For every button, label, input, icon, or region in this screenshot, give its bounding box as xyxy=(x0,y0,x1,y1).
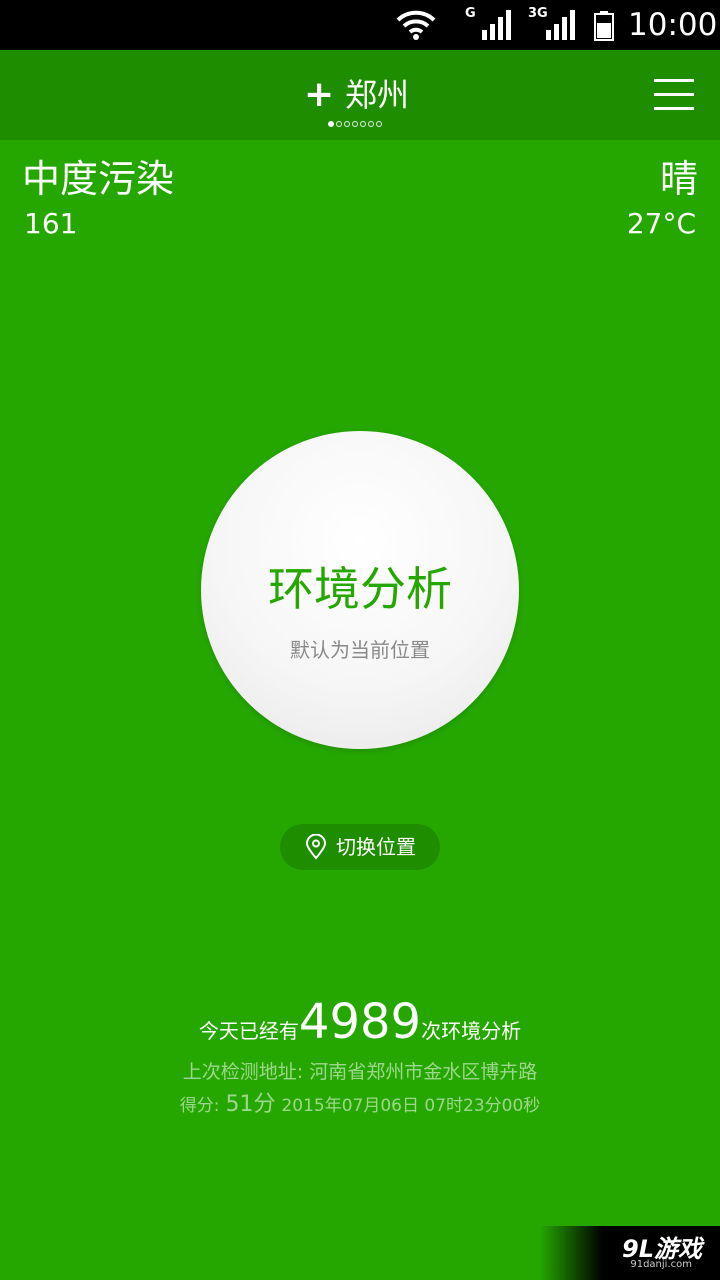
page-dot xyxy=(360,121,366,127)
page-dot xyxy=(344,121,350,127)
analysis-stats: 今天已经有4989次环境分析 上次检测地址: 河南省郑州市金水区博卉路 得分: 5… xyxy=(0,996,720,1122)
status-bar: G 3G 10:00 xyxy=(0,0,720,50)
location-pin-icon xyxy=(305,833,327,864)
analysis-subtitle: 默认为当前位置 xyxy=(290,638,430,662)
page-dot xyxy=(328,121,334,127)
page-indicator xyxy=(328,121,382,127)
air-quality-status: 中度污染 xyxy=(22,157,175,201)
menu-icon[interactable] xyxy=(654,79,694,111)
weather-temperature: 27°C xyxy=(626,207,696,240)
switch-location-button[interactable]: 切换位置 xyxy=(280,824,440,870)
page-dot xyxy=(376,121,382,127)
signal-icon-2 xyxy=(546,10,578,44)
score-line: 得分: 51分 2015年07月06日 07时23分00秒 xyxy=(0,1089,720,1122)
page-dot xyxy=(336,121,342,127)
page-dot xyxy=(368,121,374,127)
score-label: 得分: xyxy=(179,1096,220,1116)
city-title[interactable]: 郑州 xyxy=(345,74,409,116)
app-bar: + 郑州 xyxy=(0,50,720,140)
analysis-count: 4989 xyxy=(298,994,422,1050)
page-dot xyxy=(352,121,358,127)
last-check-time: 2015年07月06日 07时23分00秒 xyxy=(281,1096,541,1116)
analysis-title: 环境分析 xyxy=(268,562,452,616)
score-value: 51分 xyxy=(225,1092,276,1117)
watermark: 9L游戏 91danji.com xyxy=(540,1226,720,1280)
signal-icon xyxy=(482,10,514,44)
count-suffix: 次环境分析 xyxy=(421,1019,522,1043)
count-prefix: 今天已经有 xyxy=(198,1019,299,1043)
environment-analysis-button[interactable]: 环境分析 默认为当前位置 xyxy=(201,431,519,749)
network-type-label-2: 3G xyxy=(528,6,548,21)
watermark-url: 91danji.com xyxy=(630,1259,692,1270)
weather-condition: 晴 xyxy=(659,157,698,201)
battery-icon xyxy=(594,11,614,45)
wifi-icon xyxy=(396,10,436,44)
analysis-count-line: 今天已经有4989次环境分析 xyxy=(0,996,720,1057)
air-quality-index: 161 xyxy=(24,207,78,240)
status-time: 10:00 xyxy=(628,7,718,43)
last-address: 上次检测地址: 河南省郑州市金水区博卉路 xyxy=(182,1061,538,1083)
switch-location-label: 切换位置 xyxy=(336,835,416,859)
add-city-button[interactable]: + xyxy=(304,77,334,113)
network-type-label: G xyxy=(465,6,476,21)
